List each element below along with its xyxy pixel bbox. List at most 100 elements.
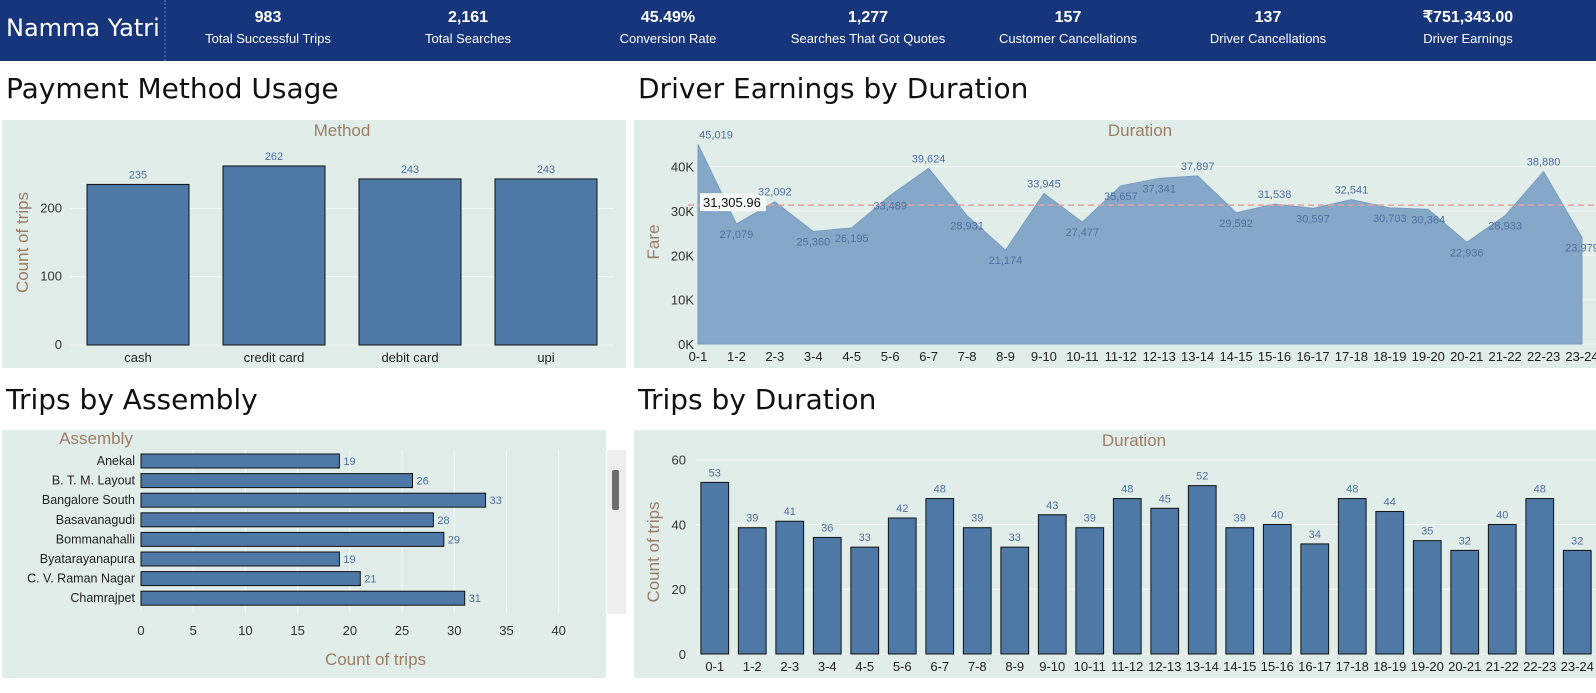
data-label: 28 [437, 515, 449, 527]
bar [140, 590, 466, 606]
data-label: 25,360 [796, 237, 830, 249]
bar [140, 531, 445, 547]
data-label: 35,657 [1104, 191, 1138, 203]
bar [1487, 523, 1517, 655]
data-label: 52 [1196, 471, 1208, 483]
data-label: 48 [1534, 484, 1546, 496]
x-tick-label: 10-11 [1074, 659, 1106, 674]
data-label: 36 [821, 522, 833, 534]
data-label: 28,931 [950, 221, 984, 233]
data-label: 28,933 [1488, 221, 1522, 233]
bar [700, 481, 730, 655]
data-label: 32,541 [1335, 185, 1369, 197]
data-label: 48 [1121, 484, 1133, 496]
bar [1562, 549, 1592, 655]
data-label: 48 [934, 484, 946, 496]
data-label: 35 [1421, 526, 1433, 538]
x-tick-label: 15-16 [1261, 659, 1294, 674]
data-label: 26 [416, 476, 428, 488]
bar [737, 527, 767, 655]
x-tick-label: 13-14 [1186, 659, 1219, 674]
kpi-driver-cancellations: 137 Driver Cancellations [1168, 9, 1368, 47]
data-label: 39 [1234, 513, 1246, 525]
x-tick-label: 1-2 [727, 349, 746, 364]
area-series [697, 144, 1583, 345]
x-tick-label: 1-2 [743, 659, 762, 674]
x-tick-label: 16-17 [1296, 349, 1329, 364]
kpi-value: 137 [1254, 9, 1282, 26]
x-tick-label: 21-22 [1489, 349, 1522, 364]
y-axis-title: Fare [644, 225, 663, 260]
bar [358, 178, 462, 346]
bar [1337, 498, 1367, 655]
y-axis-title: Count of trips [13, 192, 32, 293]
x-tick-label: 6-7 [930, 659, 949, 674]
kpi-searches-with-quotes: 1,277 Searches That Got Quotes [768, 9, 968, 47]
kpi-total-searches: 2,161 Total Searches [368, 9, 568, 47]
y-tick-label: 30K [671, 204, 694, 219]
x-tick-label: credit card [244, 350, 305, 365]
data-label: 42 [896, 503, 908, 515]
bar [1450, 549, 1480, 655]
data-label: 33 [859, 532, 871, 544]
bar [1150, 507, 1180, 655]
x-tick-label: cash [124, 350, 151, 365]
bar [1300, 543, 1330, 655]
assembly-scrollbar-thumb[interactable] [612, 470, 619, 510]
x-tick-label: 8-9 [1005, 659, 1024, 674]
x-tick-label: 5-6 [893, 659, 912, 674]
y-tick-label: B. T. M. Layout [52, 474, 136, 488]
x-tick-label: 11-12 [1105, 349, 1137, 364]
payment-method-chart: Method 0 100 200 Count of trips 235 cash 262 cre… [13, 121, 614, 365]
x-axis-title: Count of trips [325, 650, 426, 669]
x-tick-label: 14-15 [1223, 659, 1256, 674]
y-tick-label: 60 [672, 453, 686, 468]
data-label: 21,174 [989, 255, 1023, 267]
x-tick-label: 40 [551, 623, 565, 638]
bar [494, 178, 598, 346]
x-tick-label: 20 [343, 623, 357, 638]
x-tick-label: 15-16 [1258, 349, 1291, 364]
y-tick-label: 40K [671, 160, 694, 175]
y-tick-label: C. V. Raman Nagar [27, 572, 135, 586]
reference-line-label: 31,305.96 [703, 195, 761, 210]
data-label: 32 [1571, 535, 1583, 547]
x-tick-label: 20-21 [1448, 659, 1481, 674]
assembly-scrollbar[interactable] [607, 450, 626, 614]
x-tick-label: 16-17 [1298, 659, 1331, 674]
bar [140, 453, 340, 469]
x-tick-label: 7-8 [958, 349, 977, 364]
brand-title: Namma Yatri [0, 0, 166, 61]
kpi-conversion-rate: 45.49% Conversion Rate [568, 9, 768, 47]
data-label: 19 [343, 554, 355, 566]
section-title-payment: Payment Method Usage [6, 72, 339, 105]
bar [140, 571, 361, 587]
y-tick-label: Chamrajpet [70, 591, 135, 605]
data-label: 34 [1309, 529, 1321, 541]
x-tick-label: debit card [381, 350, 438, 365]
data-label: 33,489 [873, 200, 907, 212]
data-label: 33,945 [1027, 178, 1061, 190]
data-label: 48 [1346, 484, 1358, 496]
kpi-driver-earnings: ₹751,343.00 Driver Earnings [1368, 9, 1568, 47]
data-label: 30,597 [1296, 213, 1330, 225]
data-label: 27,477 [1066, 227, 1100, 239]
x-tick-label: 20-21 [1450, 349, 1483, 364]
data-label: 31,538 [1258, 189, 1292, 201]
data-label: 23,979 [1565, 243, 1596, 255]
x-tick-label: 6-7 [919, 349, 938, 364]
x-tick-label: 10-11 [1066, 349, 1098, 364]
y-tick-label: Anekal [97, 454, 135, 468]
y-tick-label: 20K [671, 248, 694, 263]
data-label: 39,624 [912, 153, 946, 165]
x-tick-label: 9-10 [1039, 659, 1065, 674]
kpi-label: Conversion Rate [619, 31, 717, 46]
data-label: 32 [1459, 535, 1471, 547]
bar [140, 473, 413, 489]
y-tick-label: Basavanagudi [56, 513, 135, 527]
kpi-label: Total Successful Trips [205, 31, 331, 46]
y-tick-label: Bangalore South [42, 493, 135, 507]
x-tick-label: 2-3 [780, 659, 799, 674]
kpi-customer-cancellations: 157 Customer Cancellations [968, 9, 1168, 47]
x-tick-label: 17-18 [1335, 349, 1368, 364]
